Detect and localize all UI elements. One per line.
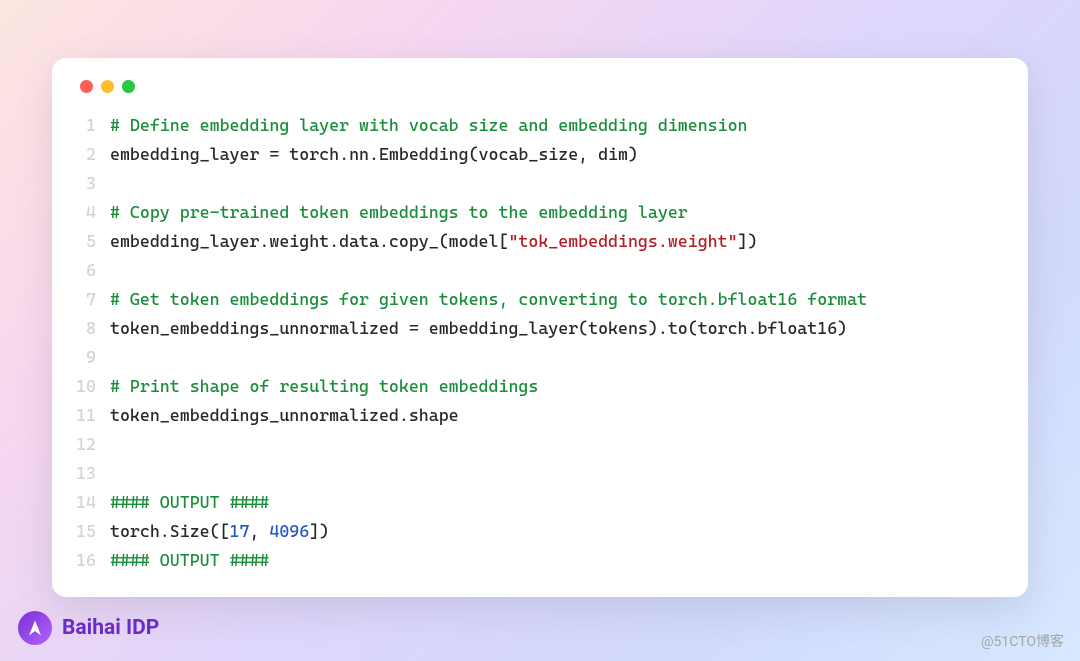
code-content: # Define embedding layer with vocab size… [110,111,1004,140]
code-content: token_embeddings_unnormalized = embeddin… [110,314,1004,343]
code-content [110,256,1004,285]
code-content: # Get token embeddings for given tokens,… [110,285,1004,314]
line-number: 15 [76,517,110,546]
line-number: 4 [76,198,110,227]
line-number: 12 [76,430,110,459]
code-content: # Copy pre-trained token embeddings to t… [110,198,1004,227]
line-number: 5 [76,227,110,256]
code-line: 14#### OUTPUT #### [76,488,1004,517]
code-token: , [249,521,269,541]
line-number: 13 [76,459,110,488]
line-number: 11 [76,401,110,430]
code-content: embedding_layer.weight.data.copy_(model[… [110,227,1004,256]
code-token: token_embeddings_unnormalized.shape [110,405,459,425]
code-line: 6 [76,256,1004,285]
code-content: torch.Size([17, 4096]) [110,517,1004,546]
code-block: 1# Define embedding layer with vocab siz… [76,111,1004,575]
line-number: 6 [76,256,110,285]
code-token: # Copy pre-trained token embeddings to t… [110,202,688,222]
code-token: ]) [309,521,329,541]
code-content [110,169,1004,198]
line-number: 16 [76,546,110,575]
code-line: 15torch.Size([17, 4096]) [76,517,1004,546]
code-content: #### OUTPUT #### [110,488,1004,517]
brand-name: Baihai IDP [62,616,159,640]
code-token: 4096 [269,521,309,541]
code-line: 2embedding_layer = torch.nn.Embedding(vo… [76,140,1004,169]
code-line: 11token_embeddings_unnormalized.shape [76,401,1004,430]
watermark: @51CTO博客 [981,631,1064,651]
code-token: #### OUTPUT #### [110,492,269,512]
code-token: embedding_layer = torch.nn.Embedding(voc… [110,144,638,164]
line-number: 14 [76,488,110,517]
code-token: token_embeddings_unnormalized = embeddin… [110,318,847,338]
line-number: 8 [76,314,110,343]
code-line: 3 [76,169,1004,198]
code-content: embedding_layer = torch.nn.Embedding(voc… [110,140,1004,169]
line-number: 7 [76,285,110,314]
code-token: ]) [738,231,758,251]
code-token: 17 [230,521,250,541]
minimize-icon [101,80,114,93]
code-content [110,343,1004,372]
code-line: 1# Define embedding layer with vocab siz… [76,111,1004,140]
code-token: torch.Size([ [110,521,230,541]
window-controls [80,80,1004,93]
code-content: token_embeddings_unnormalized.shape [110,401,1004,430]
code-line: 9 [76,343,1004,372]
code-line: 7# Get token embeddings for given tokens… [76,285,1004,314]
code-content: #### OUTPUT #### [110,546,1004,575]
line-number: 3 [76,169,110,198]
code-token: #### OUTPUT #### [110,550,269,570]
code-token: # Print shape of resulting token embeddi… [110,376,538,396]
code-line: 13 [76,459,1004,488]
line-number: 2 [76,140,110,169]
code-card: 1# Define embedding layer with vocab siz… [52,58,1028,597]
code-line: 5embedding_layer.weight.data.copy_(model… [76,227,1004,256]
code-content [110,459,1004,488]
line-number: 1 [76,111,110,140]
code-token: # Define embedding layer with vocab size… [110,115,748,135]
code-line: 16#### OUTPUT #### [76,546,1004,575]
code-token: embedding_layer.weight.data.copy_(model[ [110,231,508,251]
code-line: 10# Print shape of resulting token embed… [76,372,1004,401]
zoom-icon [122,80,135,93]
brand-logo-icon [18,611,52,645]
code-line: 4# Copy pre-trained token embeddings to … [76,198,1004,227]
code-line: 12 [76,430,1004,459]
close-icon [80,80,93,93]
code-token: "tok_embeddings.weight" [508,231,737,251]
code-content: # Print shape of resulting token embeddi… [110,372,1004,401]
code-content [110,430,1004,459]
code-line: 8token_embeddings_unnormalized = embeddi… [76,314,1004,343]
code-token: # Get token embeddings for given tokens,… [110,289,867,309]
line-number: 9 [76,343,110,372]
line-number: 10 [76,372,110,401]
brand: Baihai IDP [18,611,159,645]
